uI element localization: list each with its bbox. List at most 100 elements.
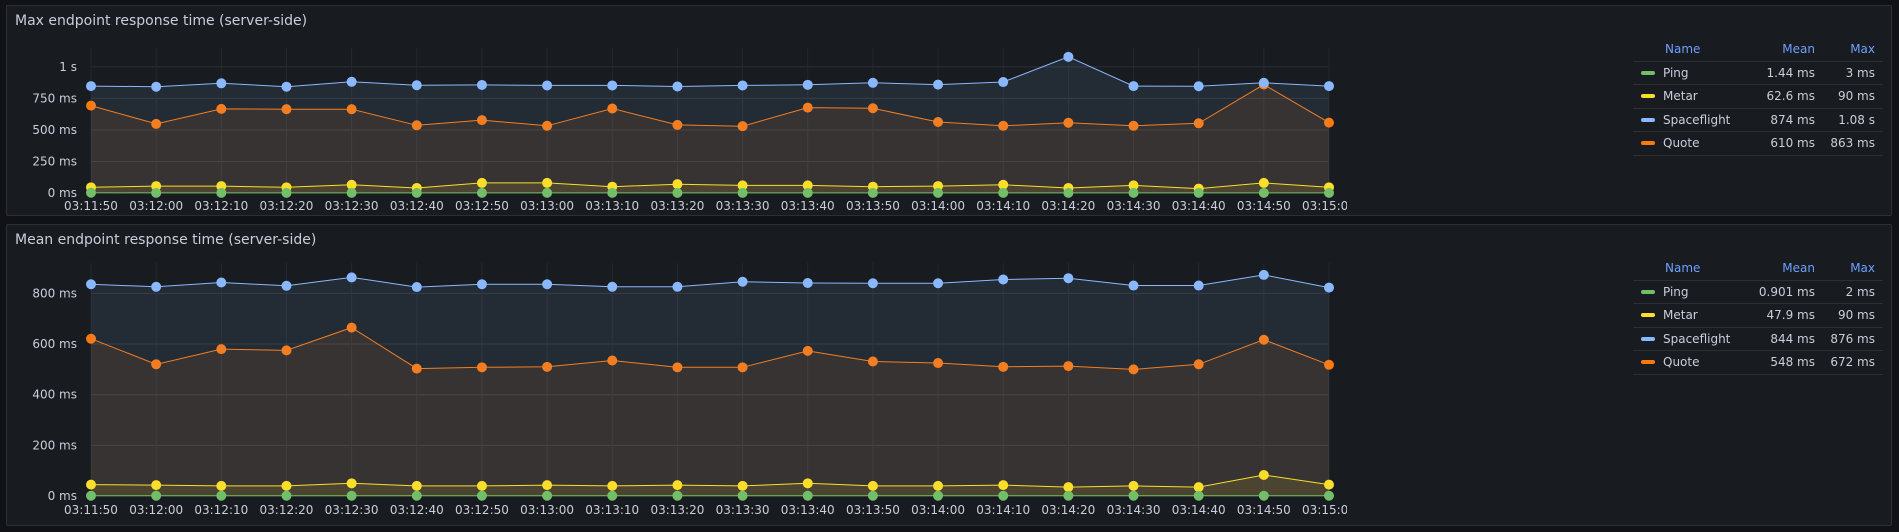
data-point[interactable] (672, 179, 683, 190)
data-point[interactable] (1193, 81, 1204, 92)
data-point[interactable] (151, 81, 162, 92)
data-point[interactable] (933, 480, 944, 491)
data-point[interactable] (1324, 81, 1334, 92)
data-point[interactable] (672, 187, 683, 198)
data-point[interactable] (998, 274, 1009, 285)
data-point[interactable] (411, 282, 422, 293)
data-point[interactable] (86, 279, 96, 290)
data-point[interactable] (1324, 282, 1334, 293)
data-point[interactable] (1193, 280, 1204, 291)
legend-row-spaceflight[interactable]: Spaceflight 874 ms 1.08 s (1633, 109, 1883, 132)
data-point[interactable] (998, 490, 1009, 501)
data-point[interactable] (346, 272, 357, 283)
data-point[interactable] (281, 490, 292, 501)
data-point[interactable] (411, 80, 422, 91)
data-point[interactable] (1193, 482, 1204, 493)
legend-header[interactable]: Name Mean Max (1633, 38, 1883, 62)
data-point[interactable] (476, 187, 487, 198)
data-point[interactable] (672, 480, 683, 491)
data-point[interactable] (1063, 482, 1074, 493)
data-point[interactable] (476, 279, 487, 290)
data-point[interactable] (411, 480, 422, 491)
data-point[interactable] (411, 187, 422, 198)
data-point[interactable] (1063, 51, 1074, 62)
data-point[interactable] (542, 279, 553, 290)
data-point[interactable] (542, 480, 553, 491)
data-point[interactable] (216, 490, 227, 501)
data-point[interactable] (1324, 490, 1334, 501)
data-point[interactable] (1193, 187, 1204, 198)
data-point[interactable] (216, 277, 227, 288)
data-point[interactable] (1324, 479, 1334, 490)
data-point[interactable] (1258, 269, 1269, 280)
data-point[interactable] (737, 480, 748, 491)
data-point[interactable] (216, 187, 227, 198)
data-point[interactable] (1128, 490, 1139, 501)
legend-header-name[interactable]: Name (1633, 42, 1745, 56)
data-point[interactable] (281, 480, 292, 491)
legend-header-name[interactable]: Name (1633, 261, 1745, 275)
legend-row-quote[interactable]: Quote 610 ms 863 ms (1633, 132, 1883, 156)
data-point[interactable] (672, 81, 683, 92)
data-point[interactable] (802, 278, 813, 289)
legend-header-mean[interactable]: Mean (1745, 261, 1815, 275)
data-point[interactable] (737, 490, 748, 501)
legend-header-mean[interactable]: Mean (1745, 42, 1815, 56)
legend-header[interactable]: Name Mean Max (1633, 257, 1883, 281)
legend-row-quote[interactable]: Quote 548 ms 672 ms (1633, 351, 1883, 375)
data-point[interactable] (346, 490, 357, 501)
data-point[interactable] (1324, 187, 1334, 198)
data-point[interactable] (933, 79, 944, 90)
data-point[interactable] (151, 480, 162, 491)
data-point[interactable] (542, 490, 553, 501)
data-point[interactable] (476, 79, 487, 90)
data-point[interactable] (346, 76, 357, 87)
data-point[interactable] (1063, 273, 1074, 284)
data-point[interactable] (151, 187, 162, 198)
data-point[interactable] (867, 490, 878, 501)
data-point[interactable] (1063, 187, 1074, 198)
data-point[interactable] (933, 187, 944, 198)
data-point[interactable] (998, 480, 1009, 491)
data-point[interactable] (672, 281, 683, 292)
legend-row-ping[interactable]: Ping 1.44 ms 3 ms (1633, 62, 1883, 85)
data-point[interactable] (216, 78, 227, 89)
legend-row-metar[interactable]: Metar 62.6 ms 90 ms (1633, 85, 1883, 109)
legend-row-ping[interactable]: Ping 0.901 ms 2 ms (1633, 281, 1883, 304)
data-point[interactable] (998, 187, 1009, 198)
data-point[interactable] (1258, 77, 1269, 88)
data-point[interactable] (867, 77, 878, 88)
data-point[interactable] (86, 479, 96, 490)
data-point[interactable] (1128, 81, 1139, 92)
data-point[interactable] (867, 187, 878, 198)
data-point[interactable] (802, 79, 813, 90)
data-point[interactable] (216, 480, 227, 491)
data-point[interactable] (151, 281, 162, 292)
legend-header-max[interactable]: Max (1815, 261, 1883, 275)
data-point[interactable] (1128, 280, 1139, 291)
data-point[interactable] (151, 490, 162, 501)
data-point[interactable] (933, 490, 944, 501)
data-point[interactable] (607, 187, 618, 198)
data-point[interactable] (867, 278, 878, 289)
data-point[interactable] (542, 80, 553, 91)
data-point[interactable] (346, 187, 357, 198)
data-point[interactable] (542, 177, 553, 188)
data-point[interactable] (1128, 187, 1139, 198)
data-point[interactable] (476, 490, 487, 501)
data-point[interactable] (1193, 490, 1204, 501)
data-point[interactable] (607, 281, 618, 292)
data-point[interactable] (802, 187, 813, 198)
data-point[interactable] (346, 478, 357, 489)
data-point[interactable] (86, 187, 96, 198)
data-point[interactable] (1128, 480, 1139, 491)
data-point[interactable] (802, 490, 813, 501)
data-point[interactable] (1258, 469, 1269, 480)
data-point[interactable] (802, 478, 813, 489)
data-point[interactable] (737, 276, 748, 287)
data-point[interactable] (737, 80, 748, 91)
data-point[interactable] (281, 280, 292, 291)
data-point[interactable] (737, 187, 748, 198)
data-point[interactable] (476, 480, 487, 491)
data-point[interactable] (607, 80, 618, 91)
